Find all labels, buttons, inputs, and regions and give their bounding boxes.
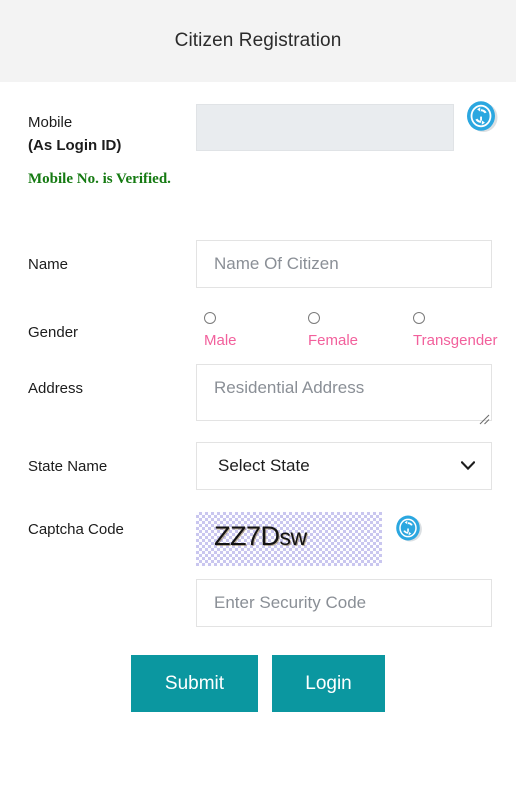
state-row: State Name Select State xyxy=(0,442,516,490)
gender-option-transgender[interactable]: Transgender xyxy=(403,312,508,350)
gender-field-col: Male Female Transgender xyxy=(196,312,516,350)
radio-transgender[interactable] xyxy=(413,312,425,324)
state-select[interactable]: Select State xyxy=(196,442,492,490)
security-code-field-col xyxy=(196,579,516,627)
refresh-icon xyxy=(467,101,498,132)
submit-button[interactable]: Submit xyxy=(131,655,258,712)
mobile-verified-status: Mobile No. is Verified. xyxy=(28,171,171,187)
captcha-text: ZZ7Dsw xyxy=(214,521,307,552)
mobile-field-col xyxy=(196,101,516,151)
mobile-label-line2: (As Login ID) xyxy=(28,136,122,154)
address-label: Address xyxy=(28,380,84,397)
gender-options: Male Female Transgender xyxy=(196,312,516,350)
page-title: Citizen Registration xyxy=(174,30,342,51)
captcha-text-part2: sw xyxy=(279,524,308,550)
name-label: Name xyxy=(28,256,69,273)
mobile-input[interactable] xyxy=(196,104,454,151)
address-textarea[interactable] xyxy=(196,364,492,421)
captcha-field-col: ZZ7Dsw xyxy=(196,512,516,566)
gender-option-male[interactable]: Male xyxy=(196,312,299,350)
state-label: State Name xyxy=(28,458,108,475)
citizen-registration-page: Citizen Registration Mobile (As Login ID… xyxy=(0,0,516,792)
page-header: Citizen Registration xyxy=(0,0,516,82)
gender-label-male[interactable]: Male xyxy=(204,332,237,349)
state-selected-value: Select State xyxy=(218,456,310,475)
gender-option-female[interactable]: Female xyxy=(299,312,403,350)
chevron-down-icon xyxy=(461,461,475,471)
action-buttons: Submit Login xyxy=(0,655,516,712)
mobile-refresh-button[interactable] xyxy=(462,97,500,140)
address-row: Address xyxy=(0,364,516,426)
security-code-row xyxy=(0,579,516,627)
captcha-row: Captcha Code ZZ7Dsw xyxy=(0,512,516,566)
captcha-image: ZZ7Dsw xyxy=(196,512,382,566)
captcha-refresh-button[interactable] xyxy=(392,512,424,549)
name-row: Name xyxy=(0,240,516,288)
radio-male[interactable] xyxy=(204,312,216,324)
gender-label-transgender[interactable]: Transgender xyxy=(413,332,498,349)
login-button[interactable]: Login xyxy=(272,655,385,712)
radio-female[interactable] xyxy=(308,312,320,324)
mobile-row: Mobile (As Login ID) xyxy=(0,101,516,157)
gender-label: Gender xyxy=(28,324,79,341)
mobile-label-line1: Mobile xyxy=(28,114,73,131)
address-field-col xyxy=(196,364,516,426)
refresh-icon xyxy=(396,515,423,541)
mobile-label: Mobile (As Login ID) xyxy=(0,104,196,157)
gender-row: Gender Male Female Transgender xyxy=(0,312,516,350)
name-input[interactable] xyxy=(196,240,492,288)
captcha-text-part1: ZZ7D xyxy=(214,521,280,551)
state-field-col: Select State xyxy=(196,442,516,490)
registration-form: Mobile (As Login ID) Mobile No. is Verif… xyxy=(0,101,516,712)
gender-label-female[interactable]: Female xyxy=(308,332,358,349)
captcha-label: Captcha Code xyxy=(28,521,124,538)
name-field-col xyxy=(196,240,516,288)
security-code-input[interactable] xyxy=(196,579,492,627)
